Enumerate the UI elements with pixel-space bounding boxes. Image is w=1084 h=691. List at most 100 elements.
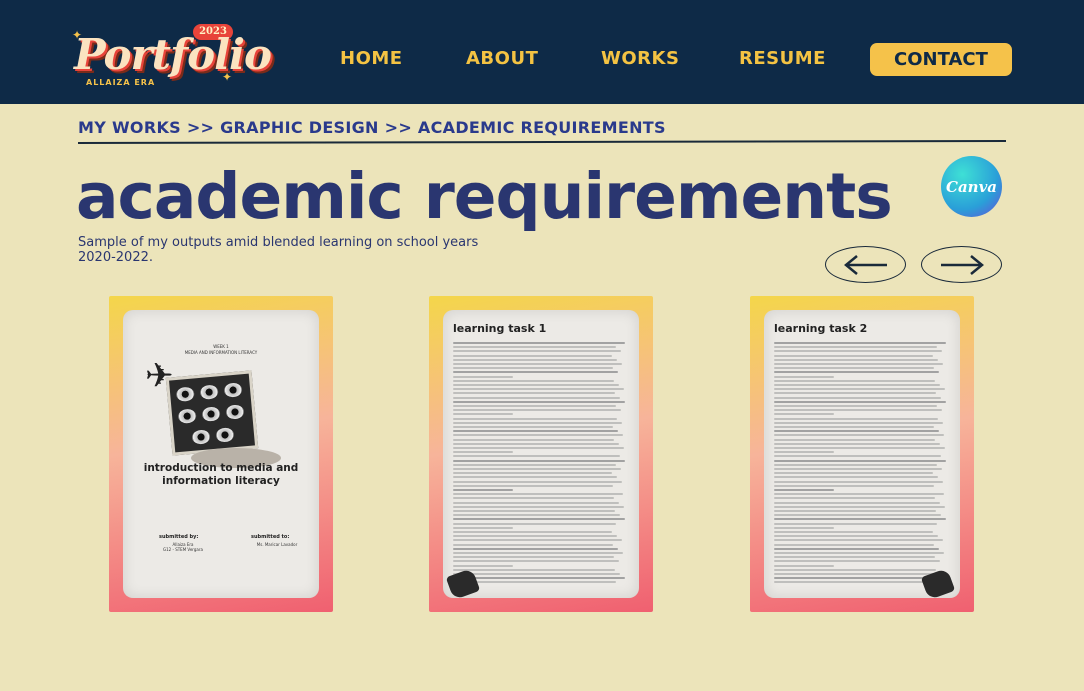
text-line (774, 363, 943, 365)
text-line (774, 463, 937, 466)
text-line (774, 552, 944, 554)
text-line (774, 501, 940, 504)
text-line (774, 522, 937, 525)
text-line (453, 480, 622, 483)
cover-page: WEEK 1 MEDIA AND INFORMATION LITERACY ✈ … (123, 310, 319, 598)
text-line (453, 560, 619, 563)
text-line (453, 476, 617, 479)
text-line (453, 547, 618, 550)
text-line (774, 375, 834, 378)
text-line (774, 493, 944, 496)
nav-works[interactable]: WORKS (601, 48, 679, 69)
text-line (774, 409, 942, 412)
text-line (774, 510, 936, 512)
text-line (453, 405, 616, 407)
text-line (774, 547, 939, 550)
breadcrumb[interactable]: MY WORKS >> GRAPHIC DESIGN >> ACADEMIC R… (78, 118, 666, 137)
eye-image (199, 384, 219, 400)
text-line (774, 417, 938, 420)
text-line (774, 438, 935, 441)
eye-image (177, 408, 197, 424)
text-line (453, 438, 614, 441)
text-line (453, 526, 513, 529)
portfolio-logo[interactable]: ✦ ✦ 2023 Portfolio ALLAIZA ERA (72, 20, 272, 90)
work-card-learning-task-1[interactable]: learning task 1 (429, 296, 653, 612)
text-line (774, 564, 834, 567)
learning-task-2-page: learning task 2 (764, 310, 960, 598)
text-line (774, 539, 943, 542)
canva-logo-icon: Canva (941, 156, 1002, 217)
text-line (774, 526, 834, 529)
text-line (453, 564, 513, 567)
text-line (453, 413, 513, 416)
text-line (774, 468, 942, 470)
text-line (453, 426, 613, 428)
eye-image (225, 404, 245, 420)
text-line (774, 451, 834, 454)
text-line (453, 430, 618, 433)
text-line (453, 409, 621, 412)
text-line (453, 358, 617, 361)
eye-image (215, 427, 235, 443)
text-line (774, 514, 941, 517)
text-line (774, 371, 939, 374)
text-line (453, 447, 624, 449)
text-line (453, 459, 625, 462)
text-line (774, 518, 946, 521)
text-line (774, 430, 939, 433)
text-line (453, 350, 621, 353)
text-line (453, 472, 612, 475)
contact-button[interactable]: CONTACT (870, 43, 1012, 76)
text-line (774, 354, 933, 357)
text-line (453, 392, 615, 395)
text-line (774, 421, 943, 424)
work-card-cover[interactable]: WEEK 1 MEDIA AND INFORMATION LITERACY ✈ … (109, 296, 333, 612)
submitted-to-name: Ms. Maricar Lavador (256, 542, 298, 547)
prev-arrow-button[interactable] (825, 246, 906, 283)
text-line (774, 426, 934, 428)
submitted-by-label: submitted by: (159, 534, 199, 540)
text-line (453, 568, 615, 571)
text-line (774, 434, 944, 437)
next-arrow-button[interactable] (921, 246, 1002, 283)
text-line (774, 405, 937, 407)
text-line (453, 556, 614, 559)
text-line (453, 535, 617, 538)
text-line (453, 463, 616, 466)
arrow-left-icon (843, 254, 887, 275)
text-line (453, 346, 616, 349)
eye-image (201, 406, 221, 422)
text-line (774, 535, 938, 538)
text-line (453, 518, 625, 521)
text-line (453, 493, 623, 496)
nav-home[interactable]: HOME (340, 48, 403, 69)
text-line (453, 543, 613, 546)
nav-about[interactable]: ABOUT (466, 48, 538, 69)
text-line (453, 388, 624, 391)
text-line (453, 573, 620, 575)
text-line (453, 384, 619, 386)
work-card-learning-task-2[interactable]: learning task 2 (750, 296, 974, 612)
text-line (453, 455, 620, 458)
text-line (774, 358, 938, 361)
text-line (453, 354, 612, 357)
learning-task-1-title: learning task 1 (453, 322, 547, 335)
page-title: academic requirements (76, 160, 893, 233)
text-line (774, 459, 946, 462)
text-line (453, 396, 620, 399)
breadcrumb-divider (77, 140, 1007, 144)
text-line (774, 497, 935, 500)
text-line (453, 552, 623, 554)
text-line (453, 468, 621, 470)
text-line (774, 447, 945, 449)
text-line (453, 522, 616, 525)
nav-resume[interactable]: RESUME (739, 48, 826, 69)
text-line (774, 400, 946, 403)
submitted-to-label: submitted to: (251, 534, 290, 540)
text-line (774, 413, 834, 416)
text-line (453, 371, 618, 374)
text-line (453, 539, 622, 542)
cover-title-line: introduction to media and (143, 462, 299, 474)
text-line (453, 442, 619, 445)
learning-task-1-page: learning task 1 (443, 310, 639, 598)
